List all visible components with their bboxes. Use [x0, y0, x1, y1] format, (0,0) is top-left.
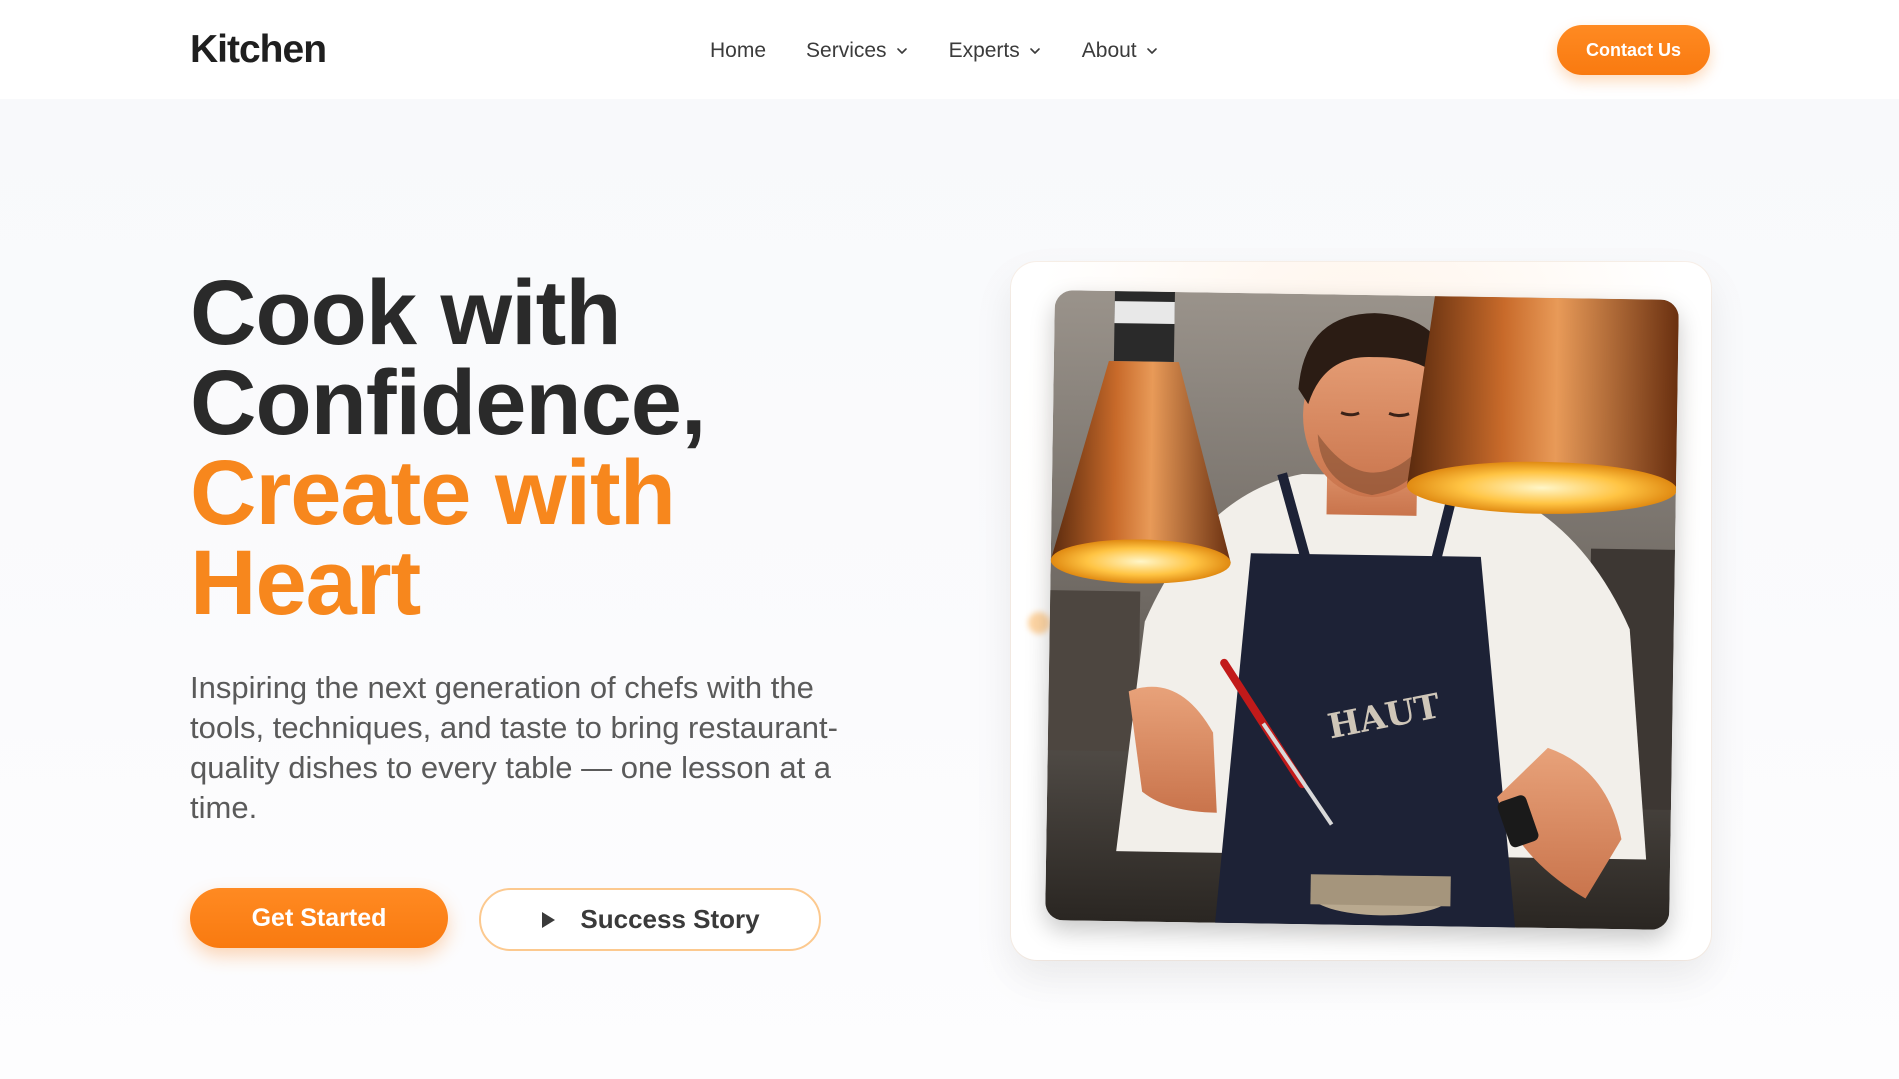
logo[interactable]: Kitchen	[190, 28, 327, 72]
hero-description: Inspiring the next generation of chefs w…	[190, 670, 838, 825]
chevron-down-icon	[1029, 48, 1040, 54]
success-story-button[interactable]: Success Story	[479, 888, 821, 951]
get-started-button[interactable]: Get Started	[190, 888, 448, 948]
chevron-down-icon	[896, 48, 907, 54]
contact-us-button[interactable]: Contact Us	[1557, 25, 1710, 75]
nav-label: Services	[806, 39, 887, 62]
chevron-down-icon	[1146, 48, 1157, 54]
main-nav: Home Services Experts About	[710, 36, 1159, 66]
headline-line-1: Cook with	[190, 262, 622, 364]
headline-line-3: Create with	[190, 442, 676, 544]
nav-item-experts[interactable]: Experts	[949, 39, 1042, 63]
success-story-label: Success Story	[580, 904, 760, 934]
nav-label: Home	[710, 39, 767, 62]
hero-headline: Cook with Confidence, Create with Heart	[190, 262, 706, 634]
nav-item-home[interactable]: Home	[710, 39, 766, 63]
chef-illustration: HAUT	[1045, 290, 1679, 930]
site-header: Kitchen Home Services Experts About Cont…	[0, 0, 1899, 99]
headline-line-2: Confidence,	[190, 352, 706, 454]
nav-label: Experts	[948, 39, 1020, 62]
nav-item-about[interactable]: About	[1082, 39, 1159, 63]
nav-label: About	[1081, 39, 1137, 62]
headline-line-4: Heart	[190, 532, 421, 634]
nav-item-services[interactable]: Services	[806, 39, 909, 63]
chef-photo: HAUT	[1045, 290, 1679, 930]
play-icon	[542, 911, 556, 928]
decorative-glow	[1028, 612, 1050, 634]
